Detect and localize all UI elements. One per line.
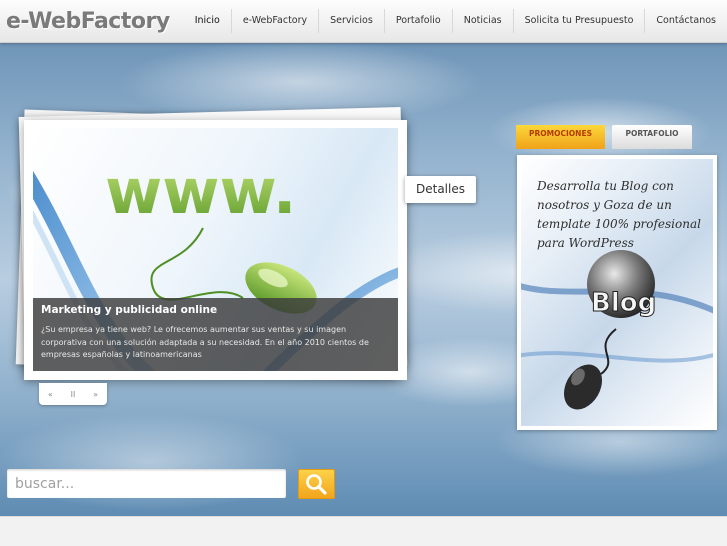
- www-text: www.: [105, 155, 296, 228]
- tab-portafolio[interactable]: PORTAFOLIO: [612, 125, 692, 149]
- next-slide-icon[interactable]: »: [93, 390, 98, 399]
- search-button[interactable]: [298, 469, 335, 499]
- slide-caption: Marketing y publicidad online ¿Su empres…: [33, 298, 398, 371]
- prev-slide-icon[interactable]: «: [48, 390, 53, 399]
- header-bar: e-WebFactory Inicio e-WebFactory Servici…: [0, 0, 727, 43]
- search-input[interactable]: [7, 469, 286, 498]
- promo-text: Desarrolla tu Blog con nosotros y Goza d…: [537, 179, 701, 250]
- blog-badge: Blog: [591, 288, 656, 318]
- nav-item-ewebfactory[interactable]: e-WebFactory: [230, 9, 318, 33]
- details-button[interactable]: Detalles: [405, 176, 476, 203]
- promo-banner[interactable]: Blog Desarrolla tu Blog con nosotros y G…: [517, 155, 717, 430]
- slide-description: ¿Su empresa ya tiene web? Le ofrecemos a…: [41, 325, 369, 359]
- logo-text: e-WebFactory: [6, 9, 170, 34]
- nav-item-inicio[interactable]: Inicio: [184, 9, 231, 33]
- promo-image: Blog Desarrolla tu Blog con nosotros y G…: [521, 159, 713, 426]
- nav-item-portafolio[interactable]: Portafolio: [383, 9, 452, 33]
- pause-slide-icon[interactable]: II: [71, 390, 76, 399]
- tab-promociones[interactable]: PROMOCIONES: [516, 125, 605, 149]
- nav-item-noticias[interactable]: Noticias: [451, 9, 513, 33]
- nav-item-presupuesto[interactable]: Solicita tu Presupuesto: [512, 9, 645, 33]
- slider-controls: « II »: [39, 383, 107, 405]
- nav-item-contactanos[interactable]: Contáctanos: [644, 9, 727, 33]
- nav-item-servicios[interactable]: Servicios: [318, 9, 384, 33]
- main-nav: Inicio e-WebFactory Servicios Portafolio…: [184, 0, 727, 42]
- footer-strip: [0, 516, 727, 546]
- magnifier-icon: [306, 474, 327, 495]
- slide-title: Marketing y publicidad online: [41, 304, 218, 316]
- site-logo[interactable]: e-WebFactory: [6, 9, 170, 34]
- slide-image: www. Marketing y publicidad online ¿Su e…: [33, 128, 398, 371]
- slideshow-card[interactable]: www. Marketing y publicidad online ¿Su e…: [24, 120, 407, 380]
